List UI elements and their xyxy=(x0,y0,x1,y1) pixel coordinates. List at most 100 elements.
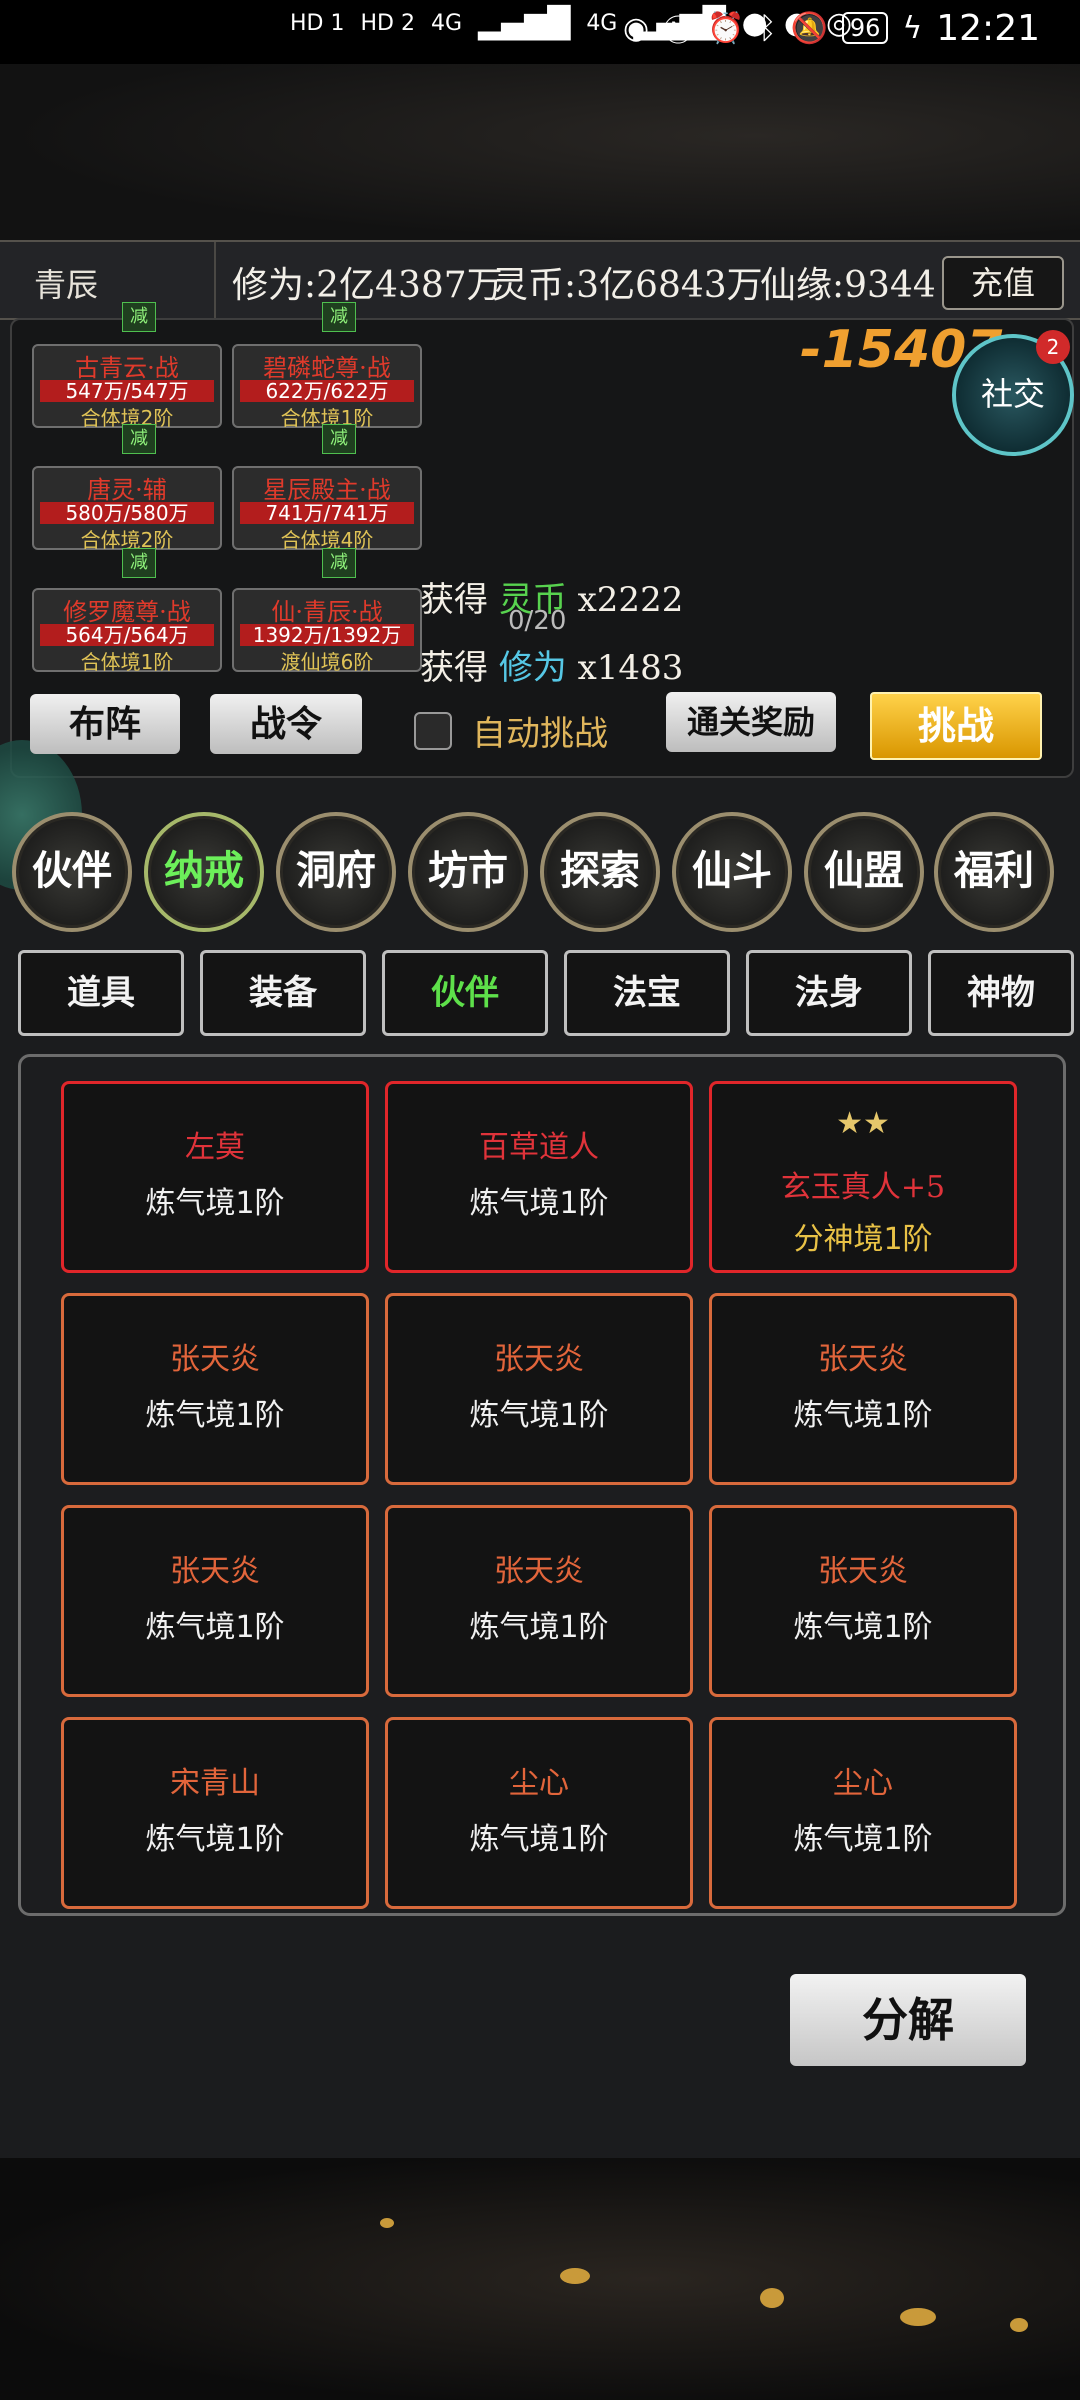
nav-explore[interactable]: 探索 xyxy=(540,812,660,932)
tab-divine-items[interactable]: 神物 xyxy=(928,950,1074,1036)
log-amount: x2222 xyxy=(577,580,684,620)
card-realm: 炼气境1阶 xyxy=(793,1610,933,1645)
battle-unit[interactable]: 唐灵·辅 580万/580万 合体境2阶 xyxy=(32,466,222,552)
minus-icon[interactable]: 减 xyxy=(122,424,156,454)
tab-partners[interactable]: 伙伴 xyxy=(382,950,548,1036)
decor-dot xyxy=(380,2218,394,2228)
card-realm: 炼气境1阶 xyxy=(145,1398,285,1433)
card-name: 张天炎 xyxy=(494,1554,584,1589)
card-realm: 炼气境1阶 xyxy=(469,1398,609,1433)
nav-welfare[interactable]: 福利 xyxy=(934,812,1054,932)
card-name: 尘心 xyxy=(509,1766,569,1801)
cultivation-value: 修为:2亿4387万 xyxy=(232,265,503,306)
nav-market[interactable]: 坊市 xyxy=(408,812,528,932)
card-realm: 分神境1阶 xyxy=(793,1222,933,1257)
card-realm: 炼气境1阶 xyxy=(469,1822,609,1857)
nfc-icon: Ⓝ xyxy=(663,14,694,49)
signal-2: 4G xyxy=(586,11,618,36)
unit-hp: 580万/580万 xyxy=(40,502,214,524)
battle-unit[interactable]: 仙·青辰·战 1392万/1392万 渡仙境6阶 xyxy=(232,588,422,674)
partner-card[interactable]: 尘心 炼气境1阶 xyxy=(385,1717,693,1909)
clear-reward-button[interactable]: 通关奖励 xyxy=(666,692,836,752)
nav-arena[interactable]: 仙斗 xyxy=(672,812,792,932)
card-name: 宋青山 xyxy=(170,1766,260,1801)
stage-progress: 0/20 xyxy=(508,606,567,636)
nav-alliance[interactable]: 仙盟 xyxy=(804,812,924,932)
star-rating-icon: ★★ xyxy=(836,1106,890,1141)
minus-icon[interactable]: 减 xyxy=(322,302,356,332)
auto-challenge-checkbox[interactable] xyxy=(414,712,452,750)
bluetooth-icon: ᛒ xyxy=(758,10,777,46)
log-prefix: 获得 xyxy=(420,580,488,620)
partner-card[interactable]: 张天炎 炼气境1阶 xyxy=(385,1293,693,1485)
notification-badge: 2 xyxy=(1036,330,1070,364)
card-name: 百草道人 xyxy=(479,1130,599,1165)
alarm-icon: ⏰ xyxy=(707,10,745,46)
challenge-button[interactable]: 挑战 xyxy=(870,692,1042,760)
minus-icon[interactable]: 减 xyxy=(122,302,156,332)
partner-card[interactable]: 尘心 炼气境1阶 xyxy=(709,1717,1017,1909)
partner-card[interactable]: 张天炎 炼气境1阶 xyxy=(61,1505,369,1697)
unit-name: 仙·青辰·战 xyxy=(271,598,383,626)
auto-challenge-label[interactable]: 自动挑战 xyxy=(472,706,608,755)
card-name: 张天炎 xyxy=(818,1554,908,1589)
formation-button[interactable]: 布阵 xyxy=(30,694,180,754)
card-name: 张天炎 xyxy=(170,1342,260,1377)
log-type: 修为 xyxy=(498,648,567,688)
sim-label-1: HD 1 xyxy=(290,11,345,36)
unit-name: 唐灵·辅 xyxy=(87,476,167,504)
recharge-button[interactable]: 充值 xyxy=(942,256,1064,310)
partner-card[interactable]: ★★ 玄玉真人+5 分神境1阶 xyxy=(709,1081,1017,1273)
log-prefix: 获得 xyxy=(420,648,488,688)
unit-hp: 547万/547万 xyxy=(40,380,214,402)
unit-realm: 渡仙境6阶 xyxy=(280,650,374,674)
charging-icon: ϟ xyxy=(902,10,923,46)
status-bar: HD 1 HD 2 4G ▂▄▆█ 4G ▂▄▆█ ● ● ◎ ◉ Ⓝ ⏰ ᛒ … xyxy=(0,0,1080,64)
unit-name: 古青云·战 xyxy=(75,354,179,382)
battle-unit[interactable]: 古青云·战 547万/547万 合体境2阶 xyxy=(32,344,222,430)
unit-hp: 564万/564万 xyxy=(40,624,214,646)
unit-name: 碧磷蛇尊·战 xyxy=(263,354,391,382)
unit-hp: 622万/622万 xyxy=(240,380,414,402)
coins-value: 灵币:3亿6843万 xyxy=(492,265,763,306)
minus-icon[interactable]: 减 xyxy=(322,548,356,578)
divider xyxy=(214,242,216,318)
tab-equipment[interactable]: 装备 xyxy=(200,950,366,1036)
partner-card[interactable]: 宋青山 炼气境1阶 xyxy=(61,1717,369,1909)
partner-card[interactable]: 张天炎 炼气境1阶 xyxy=(709,1293,1017,1485)
minus-icon[interactable]: 减 xyxy=(122,548,156,578)
battle-unit[interactable]: 星辰殿主·战 741万/741万 合体境4阶 xyxy=(232,466,422,552)
minus-icon[interactable]: 减 xyxy=(322,424,356,454)
partner-card[interactable]: 张天炎 炼气境1阶 xyxy=(385,1505,693,1697)
battle-order-button[interactable]: 战令 xyxy=(210,694,362,754)
battle-unit[interactable]: 修罗魔尊·战 564万/564万 合体境1阶 xyxy=(32,588,222,674)
card-realm: 炼气境1阶 xyxy=(145,1610,285,1645)
tab-items[interactable]: 道具 xyxy=(18,950,184,1036)
unit-name: 修罗魔尊·战 xyxy=(63,598,191,626)
card-realm: 炼气境1阶 xyxy=(793,1398,933,1433)
nav-partners[interactable]: 伙伴 xyxy=(12,812,132,932)
nav-ring[interactable]: 纳戒 xyxy=(144,812,264,932)
partner-card[interactable]: 百草道人 炼气境1阶 xyxy=(385,1081,693,1273)
card-realm: 炼气境1阶 xyxy=(145,1822,285,1857)
tab-treasures[interactable]: 法宝 xyxy=(564,950,730,1036)
log-amount: x1483 xyxy=(577,648,684,688)
partner-card[interactable]: 左莫 炼气境1阶 xyxy=(61,1081,369,1273)
nav-cave[interactable]: 洞府 xyxy=(276,812,396,932)
unit-realm: 合体境1阶 xyxy=(80,650,174,674)
unit-name: 星辰殿主·战 xyxy=(263,476,391,504)
decor-dot xyxy=(900,2308,936,2326)
partner-grid: 左莫 炼气境1阶 百草道人 炼气境1阶 ★★ 玄玉真人+5 分神境1阶 张天炎 … xyxy=(18,1054,1066,1916)
eye-icon: ◉ xyxy=(623,10,650,46)
fate-value: 仙缘:9344 xyxy=(760,265,936,306)
partner-card[interactable]: 张天炎 炼气境1阶 xyxy=(61,1293,369,1485)
tab-dharma-body[interactable]: 法身 xyxy=(746,950,912,1036)
battle-log-line: 获得 修为 x1483 xyxy=(420,640,683,689)
battle-unit[interactable]: 碧磷蛇尊·战 622万/622万 合体境1阶 xyxy=(232,344,422,430)
card-realm: 炼气境1阶 xyxy=(145,1186,285,1221)
partner-card[interactable]: 张天炎 炼气境1阶 xyxy=(709,1505,1017,1697)
decompose-button[interactable]: 分解 xyxy=(790,1974,1026,2066)
resource-bar: 青辰 修为:2亿4387万 灵币:3亿6843万 仙缘:9344 充值 xyxy=(0,240,1080,320)
card-name: 玄玉真人+5 xyxy=(780,1170,946,1205)
sim-label-2: HD 2 xyxy=(360,11,415,36)
